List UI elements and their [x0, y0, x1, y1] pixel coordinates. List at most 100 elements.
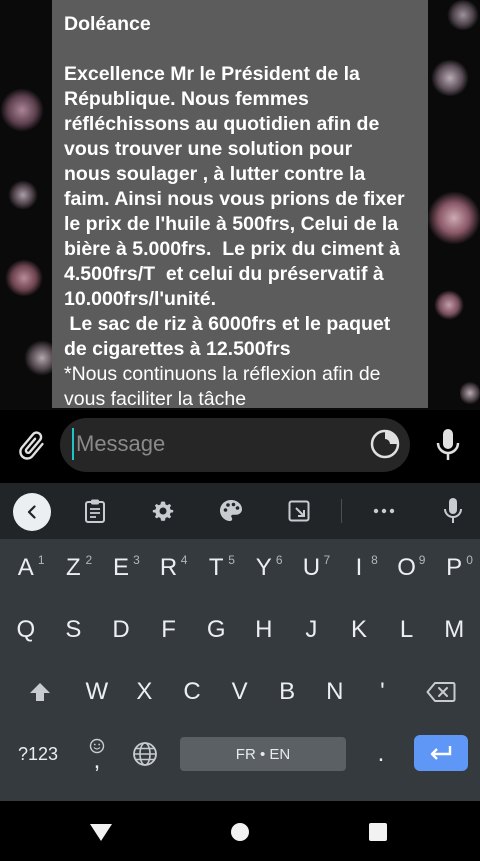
key-z[interactable]: Z2: [51, 545, 97, 591]
nav-recents-button[interactable]: [363, 817, 393, 847]
message-line: Excellence Mr le Président de la: [64, 63, 360, 85]
key-label: U: [302, 554, 321, 581]
flower-decoration: [0, 88, 44, 132]
voice-record-button[interactable]: [432, 426, 464, 464]
message-body: Excellence Mr le Président de la Républiq…: [64, 62, 416, 362]
key-k[interactable]: K: [336, 607, 382, 653]
shift-key[interactable]: [20, 669, 60, 715]
message-line: vous faciliter la tâche: [64, 388, 247, 408]
message-line: République. Nous femmes: [64, 88, 309, 110]
key-f[interactable]: F: [146, 607, 192, 653]
message-bubble[interactable]: Doléance Excellence Mr le Président de l…: [52, 0, 428, 408]
key-number-hint: 9: [418, 553, 426, 567]
comma-label: ,: [93, 747, 101, 774]
message-line: faim. Ainsi nous vous prions de fixer: [64, 188, 405, 210]
flower-decoration: [428, 190, 480, 246]
key-i[interactable]: I8: [336, 545, 382, 591]
space-key[interactable]: FR • EN: [180, 737, 346, 771]
key-o[interactable]: O9: [384, 545, 430, 591]
key-label: A: [17, 554, 34, 581]
message-line: 4.500frs/T et celui du préservatif à: [64, 263, 384, 285]
clipboard-icon: [85, 499, 105, 523]
back-triangle-icon: [90, 824, 112, 841]
key-n[interactable]: N: [312, 669, 358, 715]
flower-decoration: [446, 0, 480, 30]
key-number-hint: 7: [323, 553, 331, 567]
key-x[interactable]: X: [122, 669, 168, 715]
key-c[interactable]: C: [169, 669, 215, 715]
key-y[interactable]: Y6: [241, 545, 287, 591]
key-label: Y: [255, 554, 272, 581]
key-number-hint: 3: [133, 553, 140, 567]
key-r[interactable]: R4: [146, 545, 192, 591]
key-row-2: QSDFGHJKLM: [0, 607, 480, 663]
key-m[interactable]: M: [431, 607, 477, 653]
key-w[interactable]: W: [74, 669, 120, 715]
microphone-icon: [444, 498, 462, 523]
nav-back-button[interactable]: [86, 817, 116, 847]
key-number-hint: 0: [466, 553, 473, 567]
key-s[interactable]: S: [51, 607, 97, 653]
key-apostrophe[interactable]: ': [360, 669, 406, 715]
message-title: Doléance: [64, 13, 151, 35]
key-u[interactable]: U7: [289, 545, 335, 591]
backspace-icon: [426, 682, 456, 702]
key-number-hint: 5: [228, 553, 235, 567]
key-h[interactable]: H: [241, 607, 287, 653]
key-d[interactable]: D: [98, 607, 144, 653]
key-a[interactable]: A1: [3, 545, 49, 591]
key-label: P: [446, 554, 463, 581]
message-input[interactable]: [76, 424, 356, 464]
keyboard-back-button[interactable]: [13, 493, 51, 531]
symbols-key[interactable]: ?123: [8, 731, 68, 777]
gear-icon: [152, 501, 174, 521]
key-label: I: [355, 554, 363, 581]
more-horizontal-icon: [373, 508, 395, 514]
key-number-hint: 1: [37, 553, 45, 567]
sticker-button[interactable]: [368, 427, 402, 461]
period-key[interactable]: .: [360, 731, 402, 777]
key-number-hint: 8: [371, 553, 378, 567]
backspace-key[interactable]: [418, 669, 464, 715]
key-number-hint: 4: [180, 553, 188, 567]
message-line: le prix de l'huile à 500frs, Celui de la: [64, 213, 399, 235]
palette-icon: [220, 500, 242, 521]
nav-home-button[interactable]: [225, 817, 255, 847]
key-l[interactable]: L: [384, 607, 430, 653]
one-handed-button[interactable]: [285, 497, 313, 525]
attach-button[interactable]: [14, 428, 50, 464]
enter-key[interactable]: [414, 735, 468, 771]
key-j[interactable]: J: [289, 607, 335, 653]
sticker-icon: [370, 429, 400, 459]
resize-keyboard-icon: [288, 500, 310, 522]
recents-square-icon: [369, 823, 387, 841]
toolbar-divider: [341, 499, 342, 523]
key-q[interactable]: Q: [3, 607, 49, 653]
message-line: *Nous continuons la réflexion afin de: [64, 363, 381, 385]
flower-decoration: [434, 290, 464, 320]
key-e[interactable]: E3: [98, 545, 144, 591]
settings-button[interactable]: [149, 497, 177, 525]
key-p[interactable]: P0: [431, 545, 477, 591]
clipboard-button[interactable]: [81, 497, 109, 525]
shift-icon: [30, 683, 50, 701]
key-t[interactable]: T5: [193, 545, 239, 591]
paperclip-icon: [19, 431, 44, 460]
key-label: E: [112, 554, 129, 581]
theme-button[interactable]: [217, 497, 245, 525]
key-label: O: [397, 554, 416, 581]
enter-icon: [430, 746, 452, 760]
key-g[interactable]: G: [193, 607, 239, 653]
text-cursor: [72, 428, 74, 460]
message-line: 10.000frs/l'unité.: [64, 288, 217, 310]
chevron-left-icon: [27, 505, 36, 519]
key-row-4: ?123 , FR • EN .: [0, 731, 480, 787]
key-label: Z: [66, 554, 81, 581]
language-key[interactable]: [124, 731, 166, 777]
key-b[interactable]: B: [264, 669, 310, 715]
comma-emoji-key[interactable]: ,: [74, 731, 120, 777]
key-v[interactable]: V: [217, 669, 263, 715]
message-line: bière à 5.000frs. Le prix du ciment à: [64, 238, 400, 260]
voice-typing-button[interactable]: [439, 497, 467, 525]
more-options-button[interactable]: [370, 497, 398, 525]
